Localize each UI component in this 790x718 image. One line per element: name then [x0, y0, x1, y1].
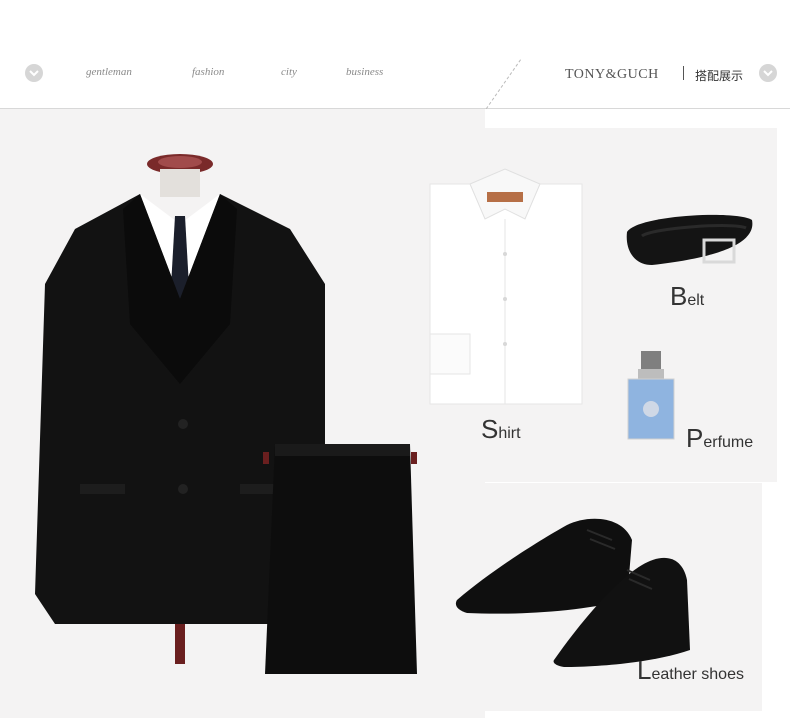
nav-item-fashion[interactable]: fashion [192, 66, 224, 78]
belt-image [626, 214, 753, 265]
shirt-label-cap: S [481, 414, 499, 444]
perfume-label: Perfume [686, 423, 753, 454]
shoes-label: Leather shoes [637, 655, 744, 686]
perfume-label-rest: erfume [703, 434, 754, 451]
nav-item-city[interactable]: city [281, 66, 297, 78]
suit-image [35, 154, 417, 674]
belt-label: Belt [670, 281, 704, 312]
brand-subtitle: 搭配展示 [695, 69, 744, 83]
shoes-label-rest: eather shoes [651, 666, 744, 683]
nav-item-gentleman[interactable]: gentleman [86, 66, 132, 78]
perfume-label-cap: P [686, 423, 704, 453]
chevron-down-icon[interactable] [25, 64, 43, 82]
product-showcase: Shirt Belt Perfume Leather shoes [0, 109, 790, 718]
shirt-image [429, 168, 583, 405]
perfume-image [627, 351, 675, 440]
shoes-label-cap: L [637, 655, 652, 685]
belt-label-rest: elt [687, 292, 705, 309]
brand-separator [683, 66, 684, 80]
belt-label-cap: B [670, 281, 688, 311]
brand-logo: TONY&GUCH [565, 67, 659, 82]
nav-item-business[interactable]: business [346, 66, 383, 78]
chevron-down-icon[interactable] [759, 64, 777, 82]
top-header: gentleman fashion city business TONY&GUC… [0, 0, 790, 110]
shirt-label-rest: hirt [498, 425, 521, 442]
shoes-image [455, 518, 690, 667]
divider-line [485, 59, 522, 110]
shirt-label: Shirt [481, 414, 521, 445]
